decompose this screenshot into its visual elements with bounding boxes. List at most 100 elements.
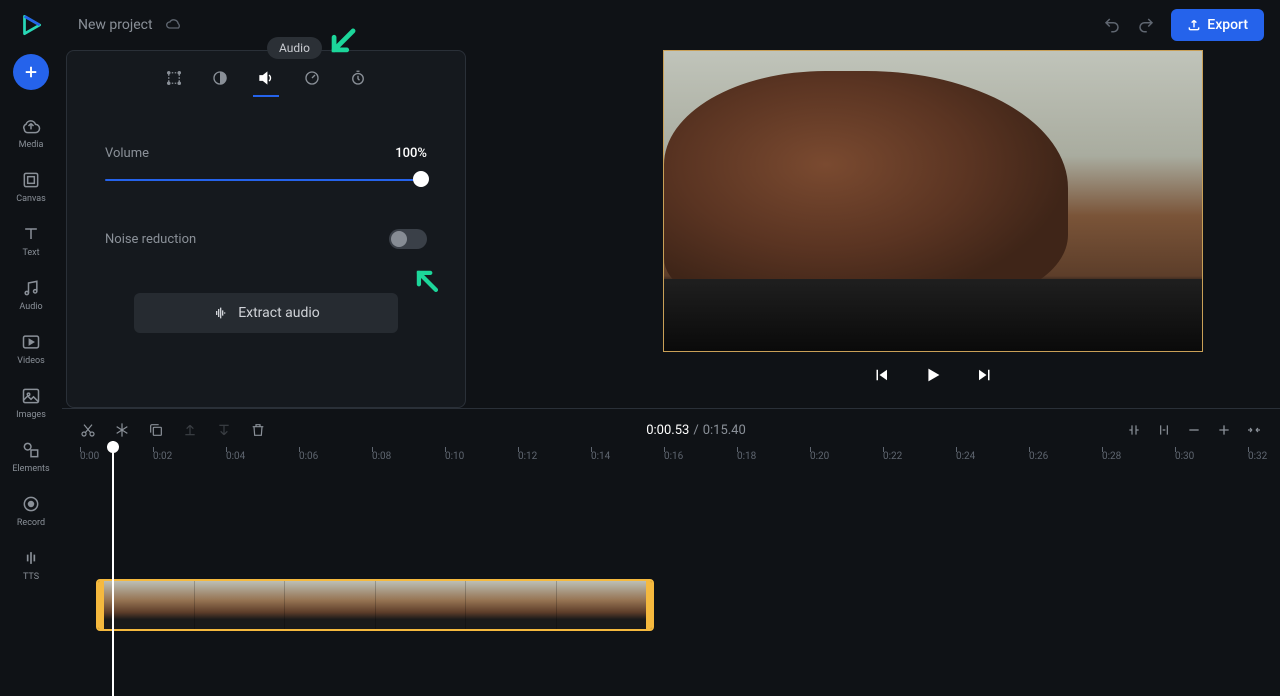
topbar-right: Export	[1103, 9, 1264, 41]
ruler-tick: 0:18	[737, 451, 756, 462]
clip-thumbnail	[376, 581, 467, 629]
waveform-icon	[21, 548, 41, 568]
properties-panel: Audio Volume 100%	[66, 50, 466, 408]
sidebar-item-elements[interactable]: Elements	[0, 432, 62, 482]
upload-icon	[21, 116, 41, 136]
panel-body: Volume 100% Noise reduction Extract audi…	[67, 112, 465, 333]
sidebar-item-videos[interactable]: Videos	[0, 324, 62, 374]
ruler-tick: 0:12	[518, 451, 537, 462]
zoom-fit-button[interactable]	[1246, 422, 1262, 438]
add-button[interactable]	[13, 54, 49, 90]
extract-audio-button[interactable]: Extract audio	[134, 293, 398, 333]
export-button[interactable]: Export	[1171, 9, 1264, 41]
timecode: 0:00.53 / 0:15.40	[646, 423, 746, 438]
image-icon	[21, 386, 41, 406]
timeline-toolbar: 0:00.53 / 0:15.40	[62, 409, 1280, 451]
volume-row: Volume 100%	[105, 146, 427, 161]
duplicate-button[interactable]	[148, 422, 164, 438]
playback-controls	[872, 364, 994, 386]
trim-in-button[interactable]	[1156, 422, 1172, 438]
annotation-arrow-icon	[323, 23, 361, 61]
sidebar-item-label: Elements	[12, 464, 49, 474]
sidebar-item-canvas[interactable]: Canvas	[0, 162, 62, 212]
ruler-tick: 0:00	[80, 451, 99, 462]
volume-label: Volume	[105, 146, 149, 161]
sidebar-item-media[interactable]: Media	[0, 108, 62, 158]
ruler-tick: 0:16	[664, 451, 683, 462]
cloud-sync-icon[interactable]	[165, 16, 183, 34]
project-name[interactable]: New project	[78, 17, 153, 33]
main-area: New project Export Audio	[62, 0, 1280, 696]
sidebar-item-label: Media	[19, 140, 44, 150]
left-sidebar: Media Canvas Text Audio Videos Images El…	[0, 0, 62, 696]
ruler-tick: 0:28	[1102, 451, 1121, 462]
annotation-arrow-icon	[409, 263, 443, 297]
sidebar-item-text[interactable]: Text	[0, 216, 62, 266]
audio-tooltip: Audio	[267, 37, 322, 59]
ruler-tick: 0:10	[445, 451, 464, 462]
ruler-tick: 0:32	[1248, 451, 1267, 462]
slider-track	[105, 179, 427, 181]
waveform-icon	[212, 305, 228, 321]
tab-transform[interactable]	[165, 69, 183, 97]
ruler-tick: 0:08	[372, 451, 391, 462]
volume-slider[interactable]	[105, 171, 427, 189]
ruler-tick: 0:22	[883, 451, 902, 462]
preview-canvas[interactable]	[663, 50, 1203, 352]
app-logo[interactable]	[16, 10, 46, 40]
layer-down-button	[216, 422, 232, 438]
clip-thumbnail	[195, 581, 286, 629]
video-clip[interactable]	[96, 579, 654, 631]
preview-area	[598, 50, 1268, 408]
ruler-tick: 0:04	[226, 451, 245, 462]
delete-button[interactable]	[250, 422, 266, 438]
playhead[interactable]	[112, 441, 114, 696]
play-button[interactable]	[922, 364, 944, 386]
panel-tab-strip	[67, 63, 465, 112]
total-time: 0:15.40	[703, 423, 746, 438]
split-button[interactable]	[80, 422, 96, 438]
freeze-button[interactable]	[114, 422, 130, 438]
export-icon	[1187, 18, 1201, 32]
sidebar-item-tts[interactable]: TTS	[0, 540, 62, 590]
prev-button[interactable]	[872, 366, 890, 384]
volume-value: 100%	[395, 146, 427, 161]
clip-thumbnails	[104, 581, 646, 629]
redo-button[interactable]	[1137, 16, 1155, 34]
layer-up-button	[182, 422, 198, 438]
noise-reduction-toggle[interactable]	[389, 229, 427, 249]
sidebar-item-label: Record	[17, 518, 45, 528]
zoom-out-button[interactable]	[1186, 422, 1202, 438]
tab-timing[interactable]	[349, 69, 367, 97]
next-button[interactable]	[976, 366, 994, 384]
sidebar-item-audio[interactable]: Audio	[0, 270, 62, 320]
canvas-icon	[21, 170, 41, 190]
sidebar-item-label: Videos	[17, 356, 45, 366]
sidebar-item-record[interactable]: Record	[0, 486, 62, 536]
ruler-tick: 0:24	[956, 451, 975, 462]
timeline-zoom-controls	[1126, 422, 1262, 438]
upper-area: Audio Volume 100%	[62, 50, 1280, 408]
tab-color[interactable]	[211, 69, 229, 97]
sidebar-item-images[interactable]: Images	[0, 378, 62, 428]
clip-thumbnail	[285, 581, 376, 629]
preview-frame-content	[664, 71, 1068, 305]
noise-reduction-row: Noise reduction	[105, 229, 427, 249]
timeline-tracks[interactable]	[80, 479, 1280, 696]
clip-handle-right[interactable]	[646, 581, 652, 629]
ruler-tick: 0:02	[153, 451, 172, 462]
tab-audio[interactable]	[257, 69, 275, 97]
zoom-in-button[interactable]	[1216, 422, 1232, 438]
slider-thumb[interactable]	[413, 171, 429, 187]
trim-out-button[interactable]	[1126, 422, 1142, 438]
current-time: 0:00.53	[646, 423, 689, 438]
clip-thumbnail	[466, 581, 557, 629]
ruler-tick: 0:14	[591, 451, 610, 462]
ruler-tick: 0:06	[299, 451, 318, 462]
tab-speed[interactable]	[303, 69, 321, 97]
shapes-icon	[21, 440, 41, 460]
clip-thumbnail	[104, 581, 195, 629]
timeline-ruler[interactable]: 0:00 0:02 0:04 0:06 0:08 0:10 0:12 0:14 0:16 0:18…	[80, 451, 1280, 479]
topbar-left: New project	[78, 16, 183, 34]
undo-button[interactable]	[1103, 16, 1121, 34]
